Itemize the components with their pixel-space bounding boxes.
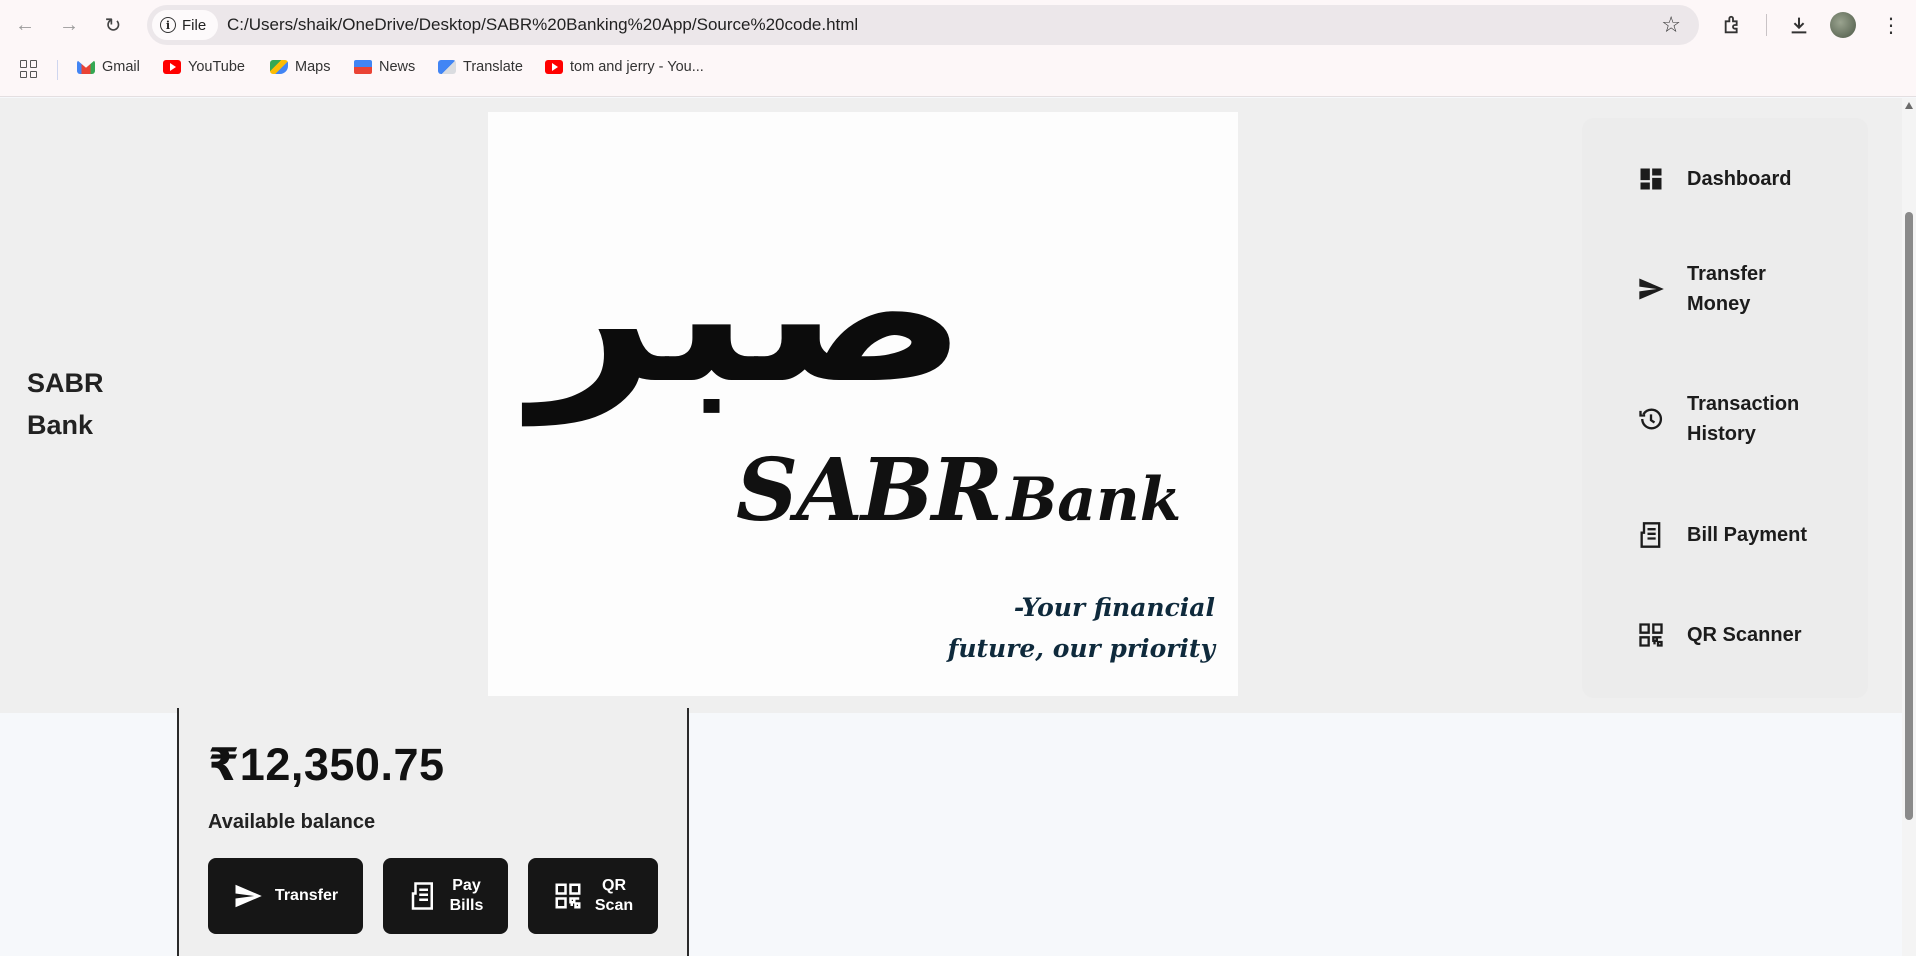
logo-arabic-text: صبر xyxy=(531,204,968,425)
bookmark-label: Maps xyxy=(295,59,331,75)
scrollbar-thumb[interactable] xyxy=(1905,212,1913,820)
forward-arrow-icon[interactable]: → xyxy=(56,12,82,38)
send-icon xyxy=(1637,275,1665,303)
toolbar-divider xyxy=(1766,14,1767,36)
page-content: SABR Bank صبر SABR Bank -Your financial … xyxy=(0,98,1902,956)
brand-name: SABR Bank xyxy=(27,362,104,446)
nav-label-line-2: Money xyxy=(1687,293,1751,315)
bookmark-gmail[interactable]: Gmail xyxy=(77,59,140,75)
history-icon xyxy=(1637,405,1665,433)
logo-title-sub: Bank xyxy=(1006,465,1182,535)
sabr-bank-logo: صبر SABR Bank -Your financial future, ou… xyxy=(488,112,1238,696)
extensions-icon[interactable] xyxy=(1720,12,1746,38)
qr-icon xyxy=(553,881,583,911)
nav-item-qr-scanner[interactable]: QR Scanner xyxy=(1637,620,1801,650)
pay-bills-button[interactable]: Pay Bills xyxy=(383,858,508,934)
url-text[interactable]: C:/Users/shaik/OneDrive/Desktop/SABR%20B… xyxy=(227,15,858,35)
pay-bills-button-label: Pay Bills xyxy=(450,876,484,916)
bookmark-label: YouTube xyxy=(188,59,245,75)
nav-item-label: Bill Payment xyxy=(1687,524,1808,546)
gmail-icon xyxy=(77,60,95,74)
logo-tagline: -Your financial future, our priority xyxy=(948,587,1215,669)
receipt-icon xyxy=(1637,521,1665,549)
file-chip-label: File xyxy=(182,16,207,34)
logo-title-main: SABR xyxy=(736,440,1003,541)
news-icon xyxy=(354,60,372,74)
side-navigation: Dashboard Transfer Money Transaction His… xyxy=(1582,118,1868,698)
header-section: SABR Bank صبر SABR Bank -Your financial … xyxy=(0,98,1902,713)
brand-line-1: SABR xyxy=(27,368,104,398)
info-icon: i xyxy=(160,17,176,33)
reload-icon[interactable]: ↻ xyxy=(100,12,126,38)
nav-item-dashboard[interactable]: Dashboard xyxy=(1637,164,1791,194)
back-arrow-icon[interactable]: ← xyxy=(12,12,38,38)
nav-item-transfer-money[interactable]: Transfer Money xyxy=(1637,259,1766,319)
bookmarks-bar: Gmail YouTube Maps News Translate tom an… xyxy=(0,56,1916,84)
youtube-icon xyxy=(163,60,181,74)
balance-label: Available balance xyxy=(208,811,376,833)
nav-item-label: QR Scanner xyxy=(1687,624,1802,646)
more-menu-icon[interactable]: ⋮ xyxy=(1878,12,1904,38)
bookmark-translate[interactable]: Translate xyxy=(438,59,523,75)
nav-item-bill-payment[interactable]: Bill Payment xyxy=(1637,520,1807,550)
browser-toolbar: ← → ↻ i File C:/Users/shaik/OneDrive/Des… xyxy=(0,0,1916,50)
nav-label-line-1: Transfer xyxy=(1687,263,1766,285)
qr-icon xyxy=(1637,621,1665,649)
nav-item-transaction-history[interactable]: Transaction History xyxy=(1637,389,1799,449)
bookmark-label: News xyxy=(379,59,416,75)
bookmark-label: tom and jerry - You... xyxy=(570,59,704,75)
tagline-line-2: future, our priority xyxy=(947,634,1215,663)
qr-scan-line-1: QR xyxy=(602,877,626,894)
address-bar[interactable]: i File C:/Users/shaik/OneDrive/Desktop/S… xyxy=(147,5,1699,45)
nav-item-label: Dashboard xyxy=(1687,168,1792,190)
transfer-button[interactable]: Transfer xyxy=(208,858,363,934)
bookmark-news[interactable]: News xyxy=(354,59,415,75)
tagline-line-1: -Your financial xyxy=(1013,593,1215,622)
bookmark-youtube[interactable]: YouTube xyxy=(163,59,245,75)
pay-bills-line-1: Pay xyxy=(452,877,481,894)
bookmark-label: Translate xyxy=(463,59,523,75)
nav-item-label: Transfer Money xyxy=(1687,259,1766,319)
qr-scan-line-2: Scan xyxy=(594,897,634,914)
pay-bills-line-2: Bills xyxy=(449,897,484,914)
apps-grid-icon[interactable] xyxy=(20,60,38,78)
nav-item-label: Transaction History xyxy=(1687,389,1799,449)
site-info-chip[interactable]: i File xyxy=(152,10,219,40)
brand-line-2: Bank xyxy=(27,410,94,440)
dashboard-icon xyxy=(1637,165,1665,193)
send-icon xyxy=(233,881,263,911)
translate-icon xyxy=(438,60,456,74)
bookmark-maps[interactable]: Maps xyxy=(270,59,330,75)
bookmark-tom-and-jerry[interactable]: tom and jerry - You... xyxy=(545,59,704,75)
nav-label-line-1: Transaction xyxy=(1687,393,1800,415)
profile-avatar[interactable] xyxy=(1830,12,1856,38)
download-icon[interactable] xyxy=(1786,12,1812,38)
bookmark-star-icon[interactable]: ☆ xyxy=(1661,12,1681,38)
browser-chrome: ← → ↻ i File C:/Users/shaik/OneDrive/Des… xyxy=(0,0,1916,97)
bookmarks-divider xyxy=(57,60,58,80)
qr-scan-button-label: QR Scan xyxy=(595,876,633,916)
receipt-icon xyxy=(408,881,438,911)
qr-scan-button[interactable]: QR Scan xyxy=(528,858,658,934)
youtube-icon xyxy=(545,60,563,74)
logo-title: SABR Bank xyxy=(736,440,1181,541)
scroll-up-arrow-icon[interactable] xyxy=(1905,102,1913,109)
maps-icon xyxy=(270,60,288,74)
bookmark-label: Gmail xyxy=(102,59,140,75)
transfer-button-label: Transfer xyxy=(274,887,339,904)
page-scrollbar[interactable] xyxy=(1902,98,1916,956)
balance-amount: ₹12,350.75 xyxy=(208,739,445,790)
nav-label-line-2: History xyxy=(1687,423,1756,445)
balance-card: ₹12,350.75 Available balance Transfer Pa… xyxy=(177,708,689,956)
